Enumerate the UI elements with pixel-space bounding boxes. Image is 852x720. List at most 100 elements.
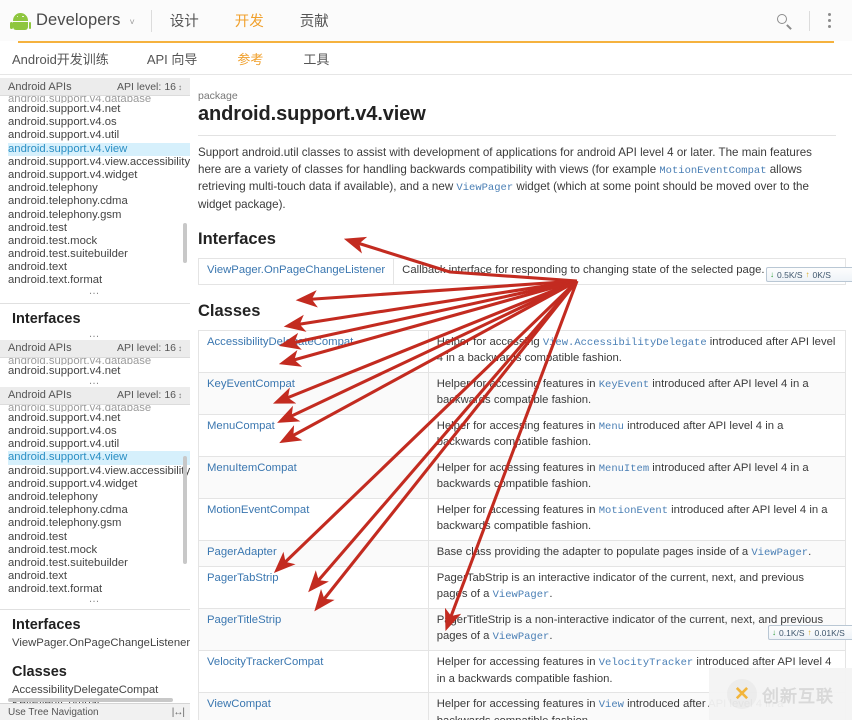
desc-text: Helper for accessing features in [436, 656, 599, 668]
brand-logo-group[interactable]: Developers ˅ [10, 11, 135, 30]
sidebar-package-item[interactable]: android.test.mock [8, 235, 190, 248]
desc-code: ViewPager [492, 588, 550, 601]
sidebar-package-item[interactable]: android.support.v4.os [8, 425, 190, 438]
api-level-selector-2[interactable]: API level: 16 ↕ [117, 342, 182, 354]
desc-code: KeyEvent [598, 378, 650, 391]
sidebar-panel-title-2: Android APIs [8, 342, 72, 355]
sidebar-heading-interfaces: Interfaces [12, 617, 81, 634]
more-vertical-icon[interactable] [820, 10, 838, 32]
desc-text-tail: . [549, 587, 553, 600]
sidebar-package-item[interactable]: android.text [8, 570, 190, 583]
api-level-value-3: 16 [164, 389, 176, 402]
sidebar-package-item[interactable]: android.test.suitebuilder [8, 248, 190, 261]
class-name-cell[interactable]: PagerTitleStrip [198, 608, 429, 651]
tree-navigation-toggle[interactable]: Use Tree Navigation |↔| [0, 703, 190, 720]
sidebar-package-item[interactable]: android.support.v4.util [8, 438, 190, 451]
interfaces-table: ViewPager.OnPageChangeListener Callback i… [197, 258, 846, 285]
title-rule [198, 135, 836, 136]
header-divider [150, 9, 152, 32]
sidebar-interface-item[interactable]: ViewPager.OnPageChangeListener [12, 637, 190, 650]
classes-table: AccessibilityDelegateCompat Helper for ac… [198, 329, 847, 720]
api-level-spinner-icon[interactable]: ↕ [178, 83, 182, 92]
upload-speed-value: 0K/S [812, 269, 831, 280]
table-row: PagerTitleStrip PagerTitleStrip is a non-… [198, 608, 847, 651]
sidebar-scrollbar-1[interactable] [183, 223, 187, 263]
api-level-spinner-icon-3[interactable]: ↕ [178, 391, 182, 400]
sidebar-package-item[interactable]: android.support.v4.view [8, 142, 190, 156]
sidebar-package-item[interactable]: android.test [8, 531, 190, 544]
interface-name-cell[interactable]: ViewPager.OnPageChangeListener [197, 258, 395, 285]
sidebar-package-item[interactable]: android.support.v4.database [8, 405, 190, 412]
desc-text: Helper for accessing features in [436, 377, 599, 390]
sidebar-package-item[interactable]: android.text [8, 261, 190, 274]
sidebar-package-item[interactable]: android.test.mock [8, 544, 190, 557]
api-level-value: 16 [164, 80, 176, 93]
api-level-selector[interactable]: API level: 16 ↕ [117, 81, 182, 93]
sidebar-package-item[interactable]: android.support.v4.database [8, 96, 190, 103]
api-level-selector-3[interactable]: API level: 16 ↕ [117, 389, 182, 401]
sidebar-scrollbar-2[interactable] [183, 456, 187, 564]
class-name-cell[interactable]: MenuItemCompat [198, 455, 429, 499]
sidebar-package-item[interactable]: android.telephony [8, 491, 190, 504]
class-name-cell[interactable]: MotionEventCompat [198, 497, 429, 541]
nav-item-design[interactable]: 设计 [170, 10, 199, 31]
chevron-down-icon[interactable]: ˅ [129, 17, 134, 27]
sidebar-package-item[interactable]: android.telephony.gsm [8, 517, 190, 530]
sidebar-horizontal-scrollbar[interactable] [8, 698, 173, 702]
desc-code: Menu [598, 420, 624, 433]
download-speed-value-2: 0.1K/S [779, 627, 805, 638]
table-row: KeyEventCompat Helper for accessing featu… [198, 371, 847, 415]
watermark-text: 创新互联 [762, 686, 834, 706]
sidebar-package-item[interactable]: android.support.v4.widget [8, 478, 190, 491]
sidebar-ellipsis-2: … [88, 327, 102, 340]
class-name-cell[interactable]: VelocityTrackerCompat [198, 650, 429, 693]
sidebar-class-item[interactable]: AccessibilityDelegateCompat [12, 684, 190, 697]
class-name-cell[interactable]: KeyEventCompat [198, 371, 429, 415]
sidebar-package-item[interactable]: android.telephony [8, 182, 190, 195]
package-list-ellipsis-3: … [88, 374, 102, 387]
class-name-cell[interactable]: PagerTabStrip [198, 566, 429, 609]
class-name-cell[interactable]: AccessibilityDelegateCompat [198, 329, 429, 373]
sidebar-package-item[interactable]: android.support.v4.view.accessibility [8, 156, 190, 169]
subnav-item-tools[interactable]: 工具 [303, 49, 329, 68]
subnav-item-api-guides[interactable]: API 向导 [147, 49, 198, 68]
sidebar-panel-title-3: Android APIs [8, 389, 72, 402]
class-name-cell[interactable]: PagerAdapter [198, 539, 429, 567]
sidebar-package-item[interactable]: android.support.v4.net [8, 103, 190, 116]
resize-grip-icon[interactable]: |↔| [172, 707, 185, 718]
android-robot-icon [10, 12, 31, 30]
subnav-item-training[interactable]: Android开发训练 [12, 49, 109, 68]
desc-code: View [598, 699, 624, 711]
class-description-cell: Helper for accessing features in KeyEven… [427, 371, 847, 415]
nav-item-develop[interactable]: 开发 [235, 10, 264, 31]
sidebar-package-item[interactable]: android.support.v4.view.accessibility [8, 465, 190, 478]
subnav-item-reference[interactable]: 参考 [237, 49, 263, 68]
sidebar-package-item[interactable]: android.support.v4.util [8, 129, 190, 142]
package-list-1[interactable]: android.support.v4.database android.suppo… [0, 96, 190, 288]
api-level-label-3: API level: [116, 389, 162, 402]
sidebar-package-item[interactable]: android.telephony.cdma [8, 195, 190, 208]
package-list-3[interactable]: android.support.v4.database android.suppo… [0, 405, 190, 597]
sidebar-package-item[interactable]: android.telephony.cdma [8, 504, 190, 517]
class-name-cell[interactable]: MenuCompat [198, 413, 429, 457]
nav-item-contribute[interactable]: 贡献 [300, 10, 329, 31]
api-level-value-2: 16 [164, 342, 176, 355]
sidebar-package-item[interactable]: android.support.v4.net [8, 412, 190, 425]
class-name-cell[interactable]: ViewCompat [198, 692, 429, 720]
sidebar-package-item[interactable]: android.test.suitebuilder [8, 557, 190, 570]
sidebar-package-item[interactable]: android.support.v4.os [8, 116, 190, 129]
package-list-ellipsis-4: … [88, 593, 102, 606]
sidebar[interactable]: Android APIs API level: 16 ↕ android.suppo… [0, 78, 190, 720]
search-icon[interactable] [769, 6, 799, 36]
desc-code: ViewPager [492, 630, 550, 643]
sidebar-package-item[interactable]: android.test [8, 222, 190, 235]
package-kicker: package [198, 90, 238, 102]
sidebar-heading-interfaces-1: Interfaces [12, 310, 81, 327]
sidebar-package-item[interactable]: android.support.v4.database [8, 358, 190, 365]
api-level-spinner-icon-2[interactable]: ↕ [178, 344, 182, 353]
desc-code: VelocityTracker [598, 657, 694, 669]
sidebar-package-item[interactable]: android.support.v4.view [8, 451, 190, 465]
sidebar-package-item[interactable]: android.telephony.gsm [8, 209, 190, 222]
sidebar-package-item[interactable]: android.support.v4.widget [8, 169, 190, 182]
table-row: PagerTabStrip PagerTabStrip is an interac… [198, 566, 847, 609]
